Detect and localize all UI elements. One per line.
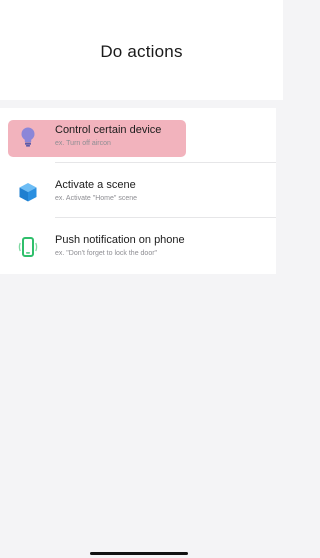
action-item-activate-scene[interactable]: Activate a scene ex. Activate "Home" sce… bbox=[0, 163, 276, 218]
home-indicator[interactable] bbox=[90, 552, 188, 555]
header: Do actions bbox=[0, 0, 283, 100]
action-example: ex. Turn off aircon bbox=[55, 140, 111, 147]
lightbulb-icon bbox=[21, 127, 35, 147]
action-item-push-notification[interactable]: Push notification on phone ex. "Don't fo… bbox=[0, 218, 276, 273]
phone-notification-icon bbox=[18, 237, 38, 257]
action-item-control-device[interactable]: Control certain device ex. Turn off airc… bbox=[0, 108, 276, 163]
action-label: Control certain device bbox=[55, 124, 162, 136]
action-example: ex. Activate "Home" scene bbox=[55, 195, 138, 202]
action-label: Activate a scene bbox=[55, 179, 136, 191]
action-label: Push notification on phone bbox=[55, 234, 185, 246]
action-list: Control certain device ex. Turn off airc… bbox=[0, 108, 276, 274]
action-example: ex. "Don't forget to lock the door" bbox=[55, 250, 158, 257]
page-title: Do actions bbox=[100, 42, 183, 61]
cube-icon bbox=[19, 183, 37, 202]
